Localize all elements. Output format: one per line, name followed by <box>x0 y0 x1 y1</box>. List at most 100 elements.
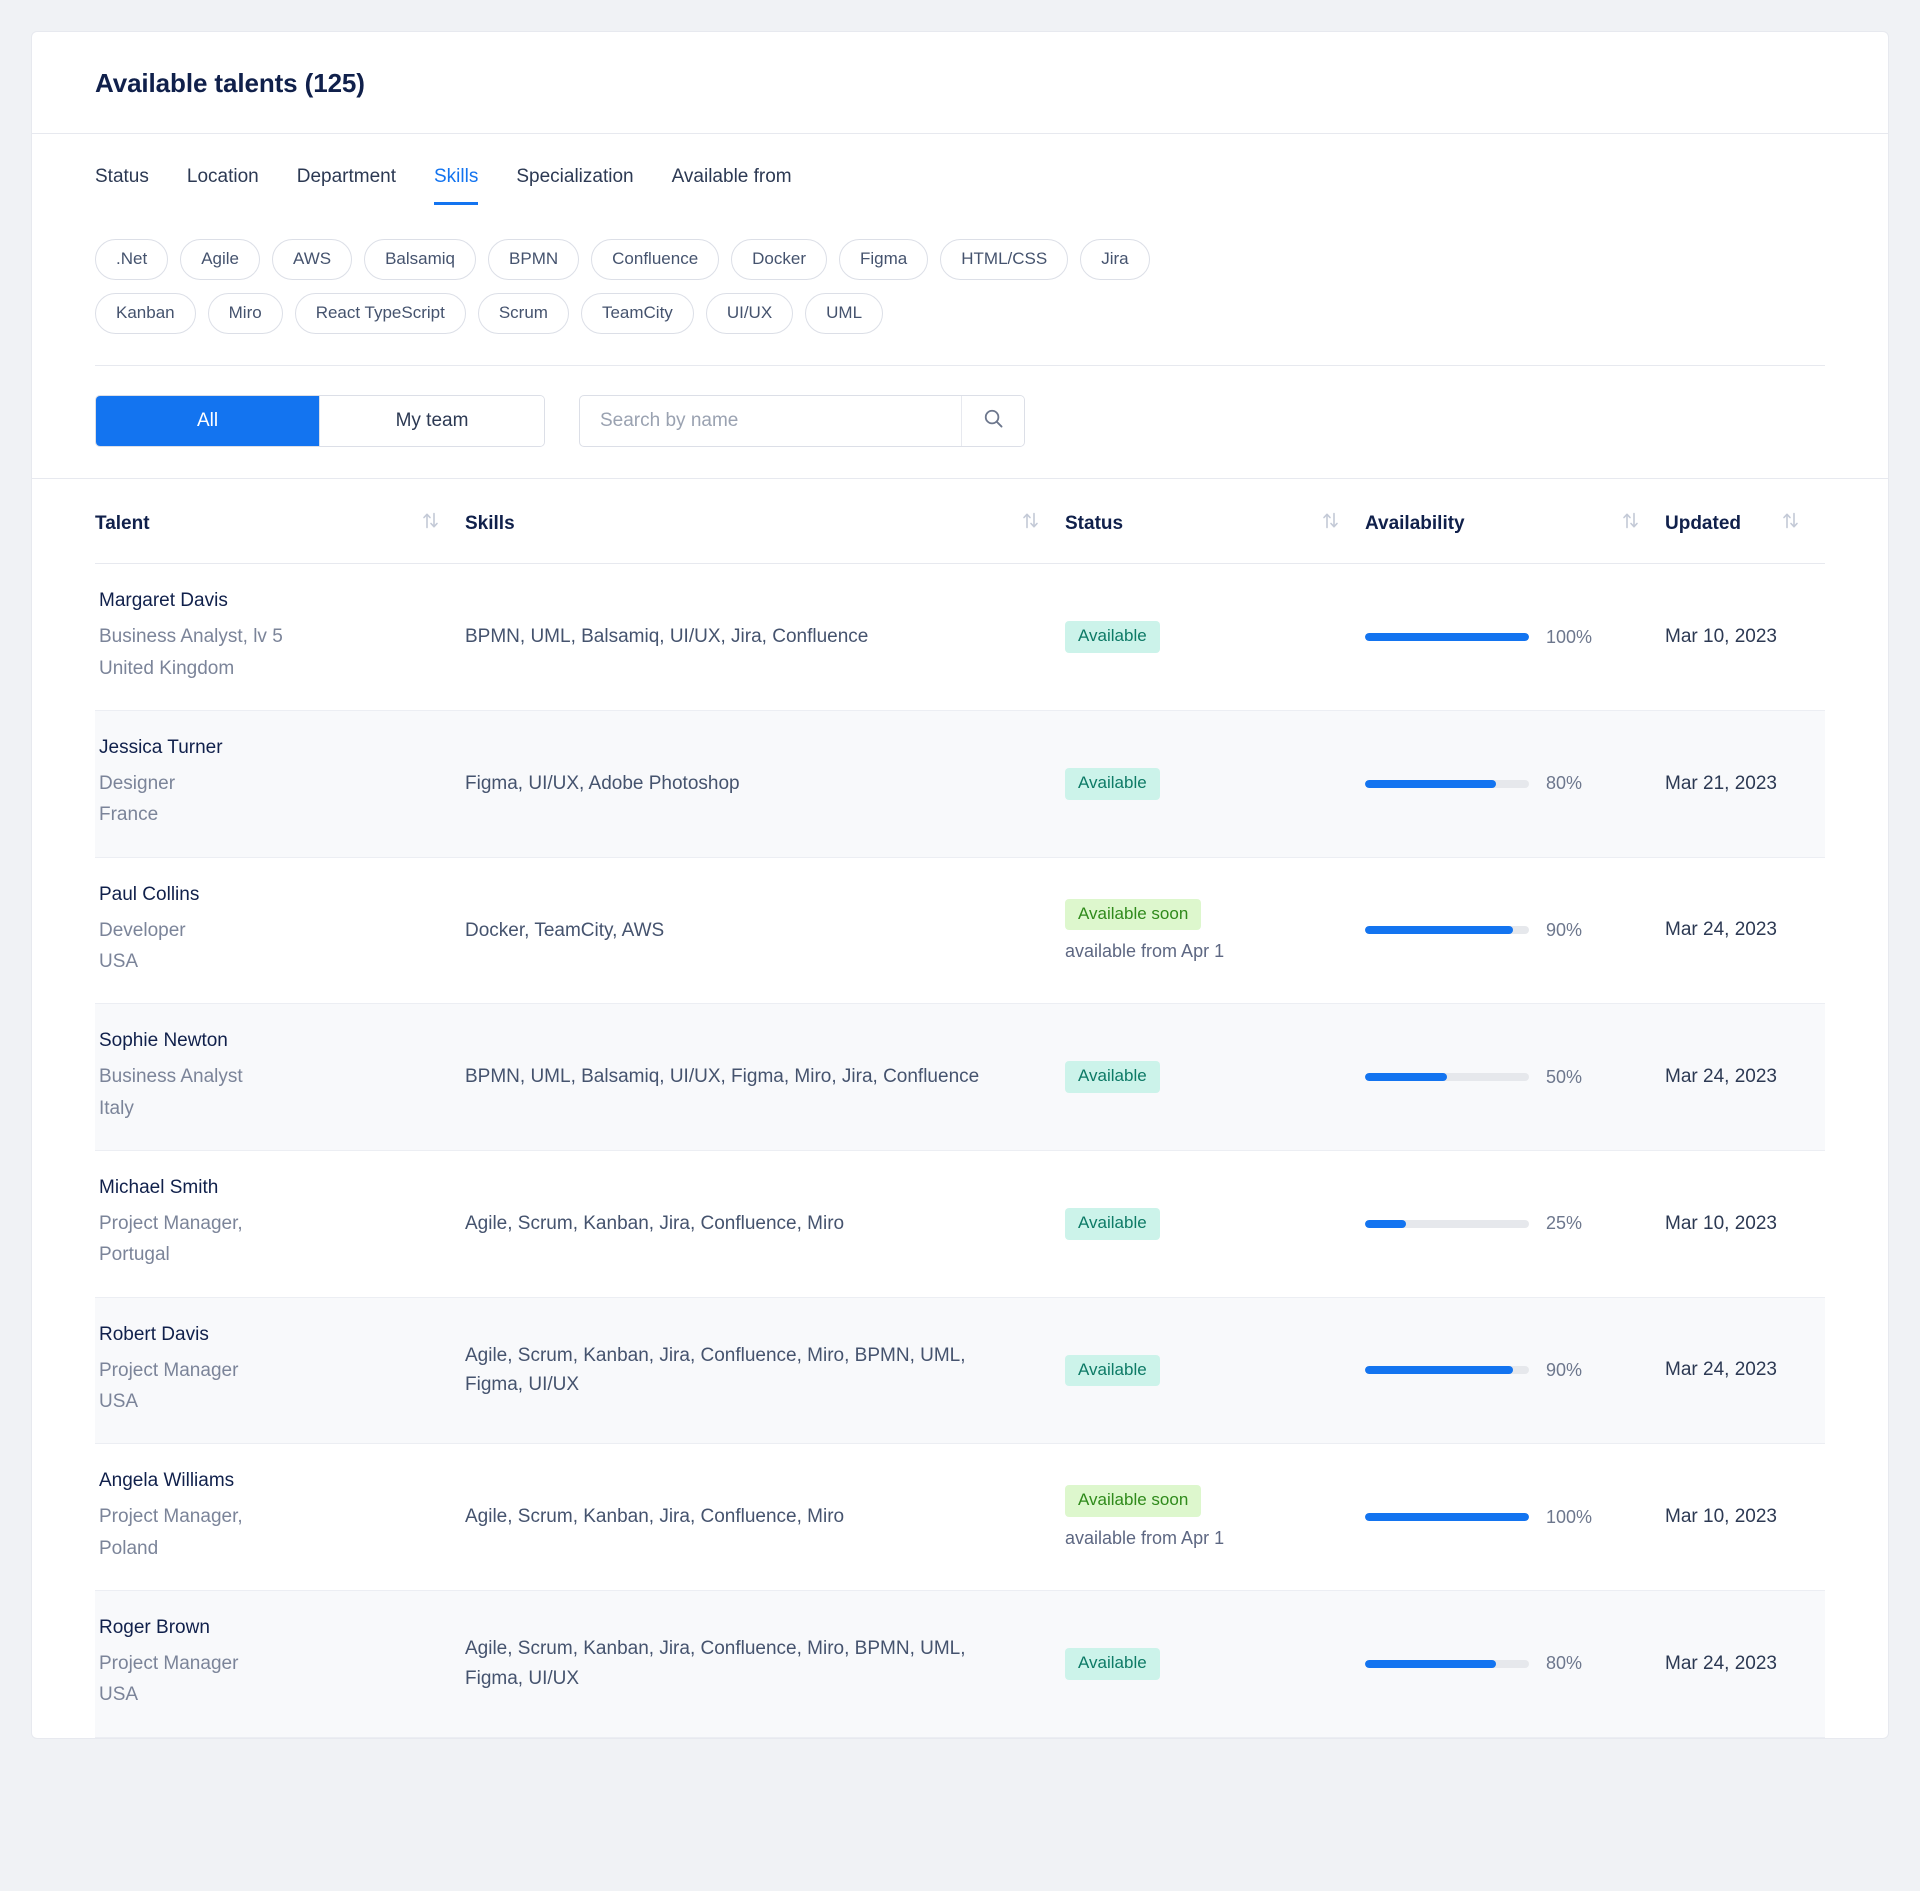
skill-chip[interactable]: Agile <box>180 239 260 280</box>
filter-tab-department[interactable]: Department <box>297 166 396 205</box>
skills-cell: BPMN, UML, Balsamiq, UI/UX, Jira, Conflu… <box>465 564 1065 711</box>
filter-tab-location[interactable]: Location <box>187 166 259 205</box>
availability-bar-fill <box>1365 633 1529 641</box>
updated-cell: Mar 10, 2023 <box>1665 564 1825 711</box>
sort-toggle-icon[interactable] <box>1021 511 1039 536</box>
search-input[interactable] <box>580 396 961 446</box>
talent-name: Angela Williams <box>99 1470 465 1492</box>
skill-chip[interactable]: TeamCity <box>581 293 694 334</box>
talent-name: Roger Brown <box>99 1617 465 1639</box>
updated-cell: Mar 10, 2023 <box>1665 1444 1825 1591</box>
skill-chip[interactable]: .Net <box>95 239 168 280</box>
talent-country: USA <box>99 946 465 977</box>
talent-role: Designer <box>99 768 465 799</box>
talent-role: Business Analyst <box>99 1061 465 1092</box>
status-cell: Available <box>1065 1150 1365 1297</box>
availability-cell: 80% <box>1365 1591 1665 1738</box>
skill-chip[interactable]: Scrum <box>478 293 569 334</box>
column-header-label: Status <box>1065 513 1123 535</box>
table-row[interactable]: Robert DavisProject ManagerUSAAgile, Scr… <box>95 1297 1825 1444</box>
availability-bar <box>1365 633 1529 641</box>
table-row[interactable]: Paul CollinsDeveloperUSADocker, TeamCity… <box>95 857 1825 1004</box>
updated-cell: Mar 24, 2023 <box>1665 857 1825 1004</box>
table-body: Margaret DavisBusiness Analyst, lv 5Unit… <box>95 564 1825 1738</box>
skill-chip[interactable]: Miro <box>208 293 283 334</box>
status-cell: Available <box>1065 1591 1365 1738</box>
page-title: Available talents (125) <box>95 68 1825 99</box>
skills-cell: Agile, Scrum, Kanban, Jira, Confluence, … <box>465 1297 1065 1444</box>
availability-cell: 50% <box>1365 1004 1665 1151</box>
availability-bar-fill <box>1365 780 1496 788</box>
table-row[interactable]: Angela WilliamsProject Manager,PolandAgi… <box>95 1444 1825 1591</box>
scope-button-all[interactable]: All <box>96 396 320 446</box>
availability-bar-fill <box>1365 1513 1529 1521</box>
skill-chip[interactable]: UI/UX <box>706 293 793 334</box>
column-header-availability[interactable]: Availability <box>1365 479 1665 564</box>
skill-chip[interactable]: Figma <box>839 239 928 280</box>
updated-cell: Mar 10, 2023 <box>1665 1150 1825 1297</box>
table-header-row: TalentSkillsStatus AvailabilityUpdated <box>95 479 1825 564</box>
status-subtext: available from Apr 1 <box>1065 941 1365 962</box>
status-badge: Available <box>1065 1648 1160 1680</box>
filter-tab-specialization[interactable]: Specialization <box>516 166 633 205</box>
skill-chip[interactable]: Kanban <box>95 293 196 334</box>
filter-tabs: Status Location Department Skills Specializa… <box>95 134 1825 205</box>
sort-toggle-icon[interactable] <box>421 511 439 536</box>
column-header-updated[interactable]: Updated <box>1665 479 1825 564</box>
skills-cell: Docker, TeamCity, AWS <box>465 857 1065 1004</box>
column-header-status[interactable]: Status <box>1065 479 1365 564</box>
availability-percent: 90% <box>1546 1360 1582 1381</box>
sort-toggle-icon[interactable] <box>1621 511 1639 536</box>
availability-percent: 80% <box>1546 1653 1582 1674</box>
table-row[interactable]: Roger BrownProject ManagerUSAAgile, Scru… <box>95 1591 1825 1738</box>
availability-percent: 100% <box>1546 1507 1592 1528</box>
status-badge: Available soon <box>1065 899 1201 931</box>
status-badge: Available <box>1065 1355 1160 1387</box>
filter-section: Status Location Department Skills Specializa… <box>32 134 1888 478</box>
availability-bar <box>1365 780 1529 788</box>
talent-role: Project Manager, <box>99 1501 465 1532</box>
skill-chip[interactable]: Docker <box>731 239 827 280</box>
skill-chip[interactable]: Balsamiq <box>364 239 476 280</box>
availability-percent: 25% <box>1546 1213 1582 1234</box>
skill-chip[interactable]: React TypeScript <box>295 293 466 334</box>
scope-segmented-control[interactable]: AllMy team <box>95 395 545 447</box>
table-row[interactable]: Sophie NewtonBusiness AnalystItalyBPMN, … <box>95 1004 1825 1151</box>
sort-toggle-icon[interactable] <box>1781 511 1799 536</box>
skill-chip[interactable]: Confluence <box>591 239 719 280</box>
availability-percent: 50% <box>1546 1067 1582 1088</box>
filter-tab-available-from[interactable]: Available from <box>672 166 792 205</box>
talent-country: Poland <box>99 1533 465 1564</box>
availability-cell: 100% <box>1365 564 1665 711</box>
skill-chip[interactable]: Jira <box>1080 239 1149 280</box>
talent-country: USA <box>99 1386 465 1417</box>
talent-name: Robert Davis <box>99 1324 465 1346</box>
search-box[interactable] <box>579 395 1025 447</box>
talent-name: Margaret Davis <box>99 590 465 612</box>
skills-cell: Agile, Scrum, Kanban, Jira, Confluence, … <box>465 1591 1065 1738</box>
status-cell: Available <box>1065 1004 1365 1151</box>
availability-bar <box>1365 926 1529 934</box>
skill-chip[interactable]: UML <box>805 293 883 334</box>
availability-cell: 90% <box>1365 1297 1665 1444</box>
talent-cell: Jessica TurnerDesignerFrance <box>95 710 465 857</box>
scope-button-my-team[interactable]: My team <box>320 396 544 446</box>
table-row[interactable]: Jessica TurnerDesignerFranceFigma, UI/UX… <box>95 710 1825 857</box>
skill-chip[interactable]: HTML/CSS <box>940 239 1068 280</box>
skill-chip[interactable]: BPMN <box>488 239 579 280</box>
column-header-talent[interactable]: Talent <box>95 479 465 564</box>
availability-bar-fill <box>1365 926 1513 934</box>
status-cell: Available <box>1065 1297 1365 1444</box>
filter-tab-skills[interactable]: Skills <box>434 166 478 205</box>
availability-bar <box>1365 1660 1529 1668</box>
availability-percent: 90% <box>1546 920 1582 941</box>
updated-cell: Mar 21, 2023 <box>1665 710 1825 857</box>
table-row[interactable]: Margaret DavisBusiness Analyst, lv 5Unit… <box>95 564 1825 711</box>
skill-chip[interactable]: AWS <box>272 239 352 280</box>
sort-toggle-icon[interactable] <box>1321 511 1339 536</box>
filter-tab-status[interactable]: Status <box>95 166 149 205</box>
table-row[interactable]: Michael SmithProject Manager,PortugalAgi… <box>95 1150 1825 1297</box>
column-header-skills[interactable]: Skills <box>465 479 1065 564</box>
talent-cell: Sophie NewtonBusiness AnalystItaly <box>95 1004 465 1151</box>
search-button[interactable] <box>961 396 1024 446</box>
